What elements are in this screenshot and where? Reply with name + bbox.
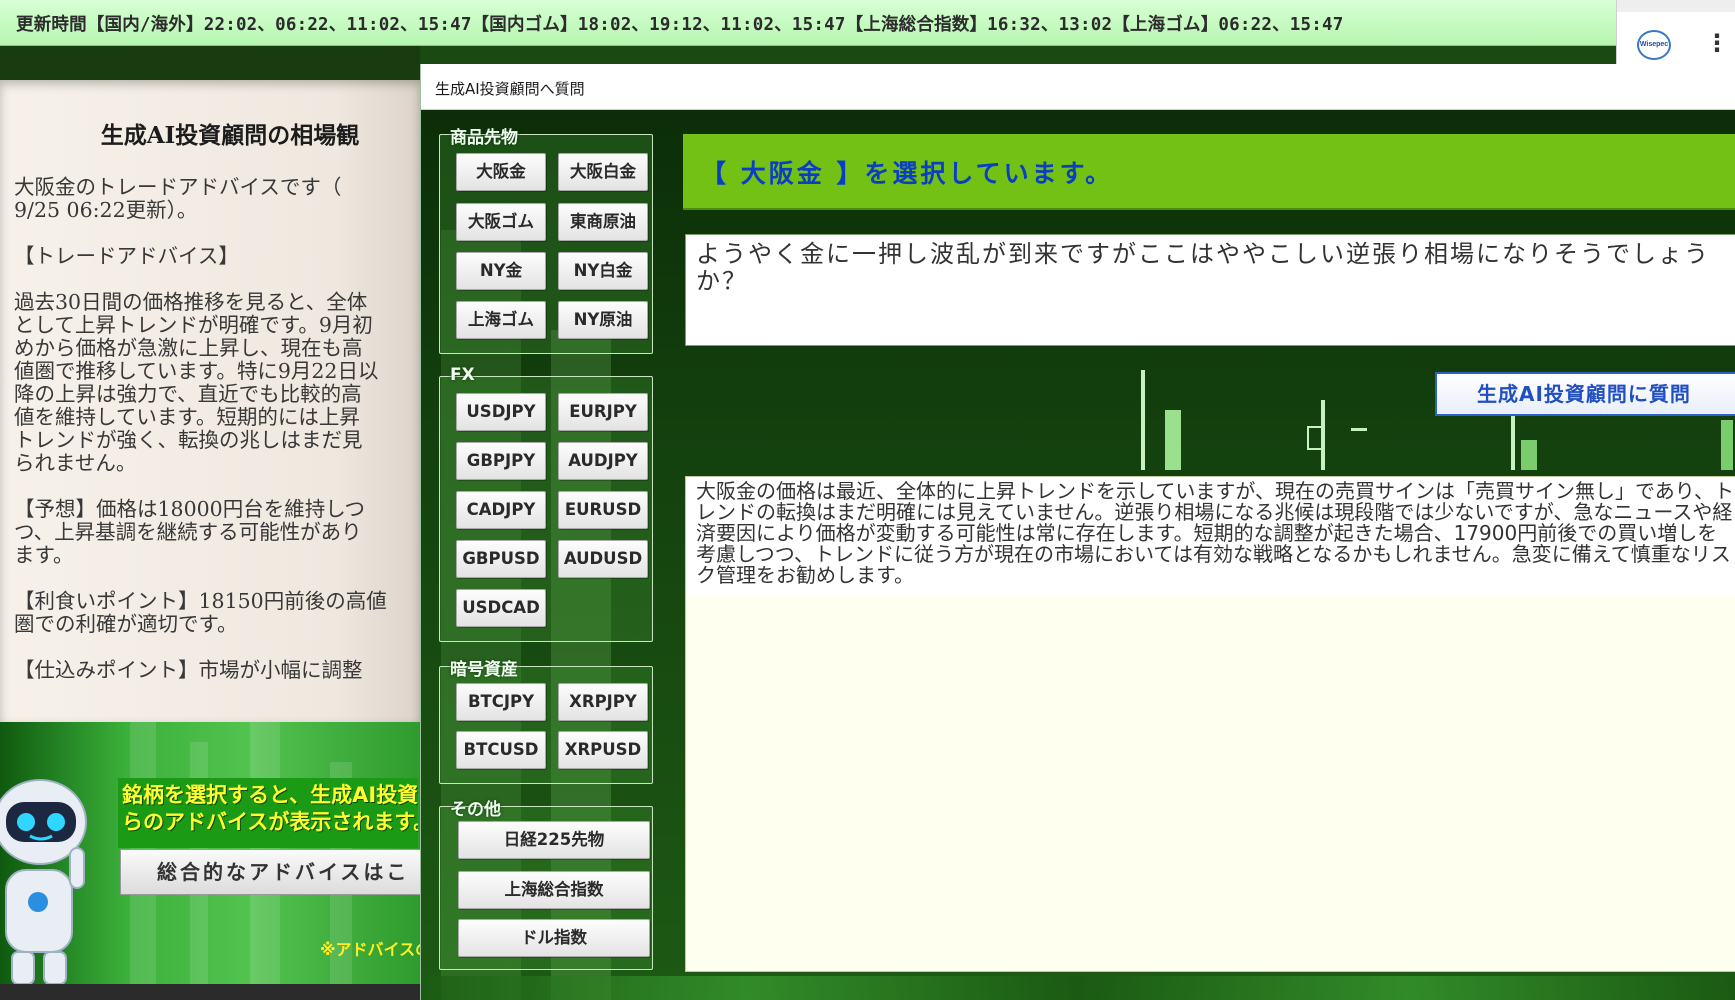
btn-dollar-index[interactable]: ドル指数 [458, 919, 650, 957]
fx-group-title: FX [450, 365, 475, 385]
candle-wick-decoration [1141, 370, 1145, 470]
candle-body-decoration [1521, 440, 1537, 470]
ask-ai-button[interactable]: 生成AI投資顧問に質問 [1435, 372, 1735, 416]
market-view-panel: 生成AI投資顧問の相場観 大阪金のトレードアドバイスです（ 9/25 06:22… [0, 80, 420, 722]
btn-shanghai-rubber[interactable]: 上海ゴム [456, 301, 546, 339]
candle-body-decoration [1165, 410, 1181, 470]
advice-banner-area: 銘柄を選択すると、生成AI投資 らのアドバイスが表示されます。 総合的なアドバイ… [0, 722, 420, 984]
app-logo-icon[interactable]: Wisepec [1637, 30, 1671, 60]
btn-eurjpy[interactable]: EURJPY [558, 393, 648, 431]
update-time-ticker: 更新時間【国内/海外】22:02、06:22、11:02、15:47【国内ゴム】… [0, 0, 1616, 46]
question-input[interactable]: ようやく金に一押し波乱が到来ですがここはややこしい逆張り相場になりそうでしょうか… [685, 234, 1735, 346]
btn-xrpjpy[interactable]: XRPJPY [558, 683, 648, 721]
selected-symbol-text: 【 大阪金 】を選択しています。 [701, 159, 1114, 188]
btn-osaka-rubber[interactable]: 大阪ゴム [456, 203, 546, 241]
btn-xrpusd[interactable]: XRPUSD [558, 731, 648, 769]
bottom-decoration [421, 976, 1735, 1000]
other-group: その他 日経225先物 上海総合指数 ドル指数 [439, 800, 653, 970]
ticker-text: 更新時間【国内/海外】22:02、06:22、11:02、15:47【国内ゴム】… [16, 15, 1344, 35]
instruction-notice: 銘柄を選択すると、生成AI投資 らのアドバイスが表示されます。 [118, 778, 418, 848]
answer-text: 大阪金の価格は最近、全体的に上昇トレンドを示していますが、現在の売買サインは「売… [696, 479, 1734, 587]
btn-ny-gold[interactable]: NY金 [456, 252, 546, 290]
robot-mascot-icon [0, 779, 87, 984]
btn-ny-platinum[interactable]: NY白金 [558, 252, 648, 290]
corner-strip [1617, 0, 1735, 12]
commodities-group-title: 商品先物 [450, 128, 518, 148]
market-view-body: 大阪金のトレードアドバイスです（ 9/25 06:22更新）。 【トレードアドバ… [14, 175, 387, 682]
btn-osaka-gold[interactable]: 大阪金 [456, 153, 546, 191]
background-strip [0, 46, 420, 80]
dialog-client-area: 商品先物 大阪金 大阪白金 大阪ゴム 東商原油 NY金 NY白金 上海ゴム NY… [421, 110, 1735, 1000]
answer-output[interactable]: 大阪金の価格は最近、全体的に上昇トレンドを示していますが、現在の売買サインは「売… [685, 476, 1735, 972]
candle-wick-decoration [1511, 410, 1515, 470]
btn-audjpy[interactable]: AUDJPY [558, 442, 648, 480]
btn-btcjpy[interactable]: BTCJPY [456, 683, 546, 721]
candle-body-decoration [1307, 426, 1325, 450]
left-footer-bar [0, 984, 420, 1000]
btn-btcusd[interactable]: BTCUSD [456, 731, 546, 769]
selected-symbol-banner: 【 大阪金 】を選択しています。 [683, 134, 1735, 210]
btn-gbpjpy[interactable]: GBPJPY [456, 442, 546, 480]
btn-usdcad[interactable]: USDCAD [456, 589, 546, 627]
btn-audusd[interactable]: AUDUSD [558, 540, 648, 578]
question-text: ようやく金に一押し波乱が到来ですがここはややこしい逆張り相場になりそうでしょうか… [696, 240, 1710, 295]
dialog-titlebar[interactable]: 生成AI投資顧問へ質問 [421, 64, 1735, 110]
corner-toolbar: Wisepec ⋮ [1616, 0, 1735, 64]
btn-shanghai-composite[interactable]: 上海総合指数 [458, 871, 650, 909]
other-group-title: その他 [450, 800, 501, 820]
commodities-group: 商品先物 大阪金 大阪白金 大阪ゴム 東商原油 NY金 NY白金 上海ゴム NY… [439, 128, 653, 354]
advice-footnote: ※アドバイスの [320, 940, 420, 959]
btn-nikkei225-futures[interactable]: 日経225先物 [458, 821, 650, 859]
btn-ny-crude[interactable]: NY原油 [558, 301, 648, 339]
btn-tocom-crude[interactable]: 東商原油 [558, 203, 648, 241]
market-view-title: 生成AI投資顧問の相場観 [100, 122, 360, 149]
candle-body-decoration [1351, 428, 1367, 431]
btn-cadjpy[interactable]: CADJPY [456, 491, 546, 529]
crypto-group-title: 暗号資産 [450, 660, 518, 680]
crypto-group: 暗号資産 BTCJPY XRPJPY BTCUSD XRPUSD [439, 660, 653, 784]
candle-body-decoration [1721, 420, 1733, 470]
ask-ai-dialog: 生成AI投資顧問へ質問 商品先物 大阪金 大阪白金 大阪ゴム 東商原油 NY金 … [420, 64, 1735, 1000]
dialog-title: 生成AI投資顧問へ質問 [435, 80, 585, 98]
kebab-menu-icon[interactable]: ⋮ [1705, 30, 1729, 56]
btn-osaka-platinum[interactable]: 大阪白金 [558, 153, 648, 191]
btn-usdjpy[interactable]: USDJPY [456, 393, 546, 431]
btn-eurusd[interactable]: EURUSD [558, 491, 648, 529]
overall-advice-button[interactable]: 総合的なアドバイスはこ [120, 849, 420, 895]
fx-group: FX USDJPY EURJPY GBPJPY AUDJPY CADJPY EU… [439, 365, 653, 642]
btn-gbpusd[interactable]: GBPUSD [456, 540, 546, 578]
